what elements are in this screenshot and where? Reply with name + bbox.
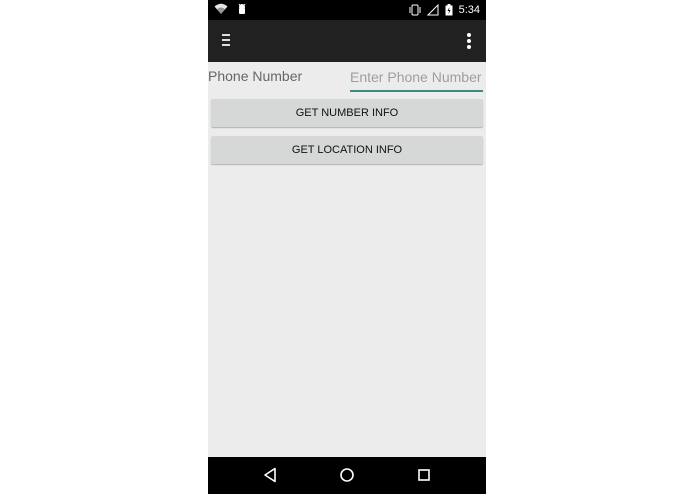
phone-input-container bbox=[350, 64, 483, 92]
vibrate-icon bbox=[409, 4, 421, 16]
battery-charging-icon bbox=[445, 4, 453, 16]
back-icon[interactable] bbox=[263, 467, 277, 488]
menu-icon[interactable] bbox=[222, 34, 232, 48]
phone-number-label: Phone Number bbox=[208, 68, 303, 84]
wifi-icon bbox=[214, 3, 228, 15]
clock: 5:34 bbox=[458, 4, 480, 16]
phone-number-row: Phone Number bbox=[208, 62, 486, 94]
android-debug-icon bbox=[236, 3, 248, 15]
recents-icon[interactable] bbox=[417, 467, 431, 488]
more-vert-icon[interactable] bbox=[466, 33, 472, 49]
navigation-bar bbox=[208, 457, 486, 494]
phone-screen: 5:34 Phone Number GET NUMBER INFO GET LO… bbox=[208, 0, 486, 494]
no-signal-icon bbox=[426, 4, 439, 16]
get-number-info-button[interactable]: GET NUMBER INFO bbox=[211, 99, 483, 127]
home-icon[interactable] bbox=[339, 467, 355, 488]
phone-number-input[interactable] bbox=[350, 64, 483, 92]
get-location-info-button[interactable]: GET LOCATION INFO bbox=[211, 136, 483, 164]
app-bar bbox=[208, 20, 486, 62]
status-bar: 5:34 bbox=[208, 0, 486, 20]
